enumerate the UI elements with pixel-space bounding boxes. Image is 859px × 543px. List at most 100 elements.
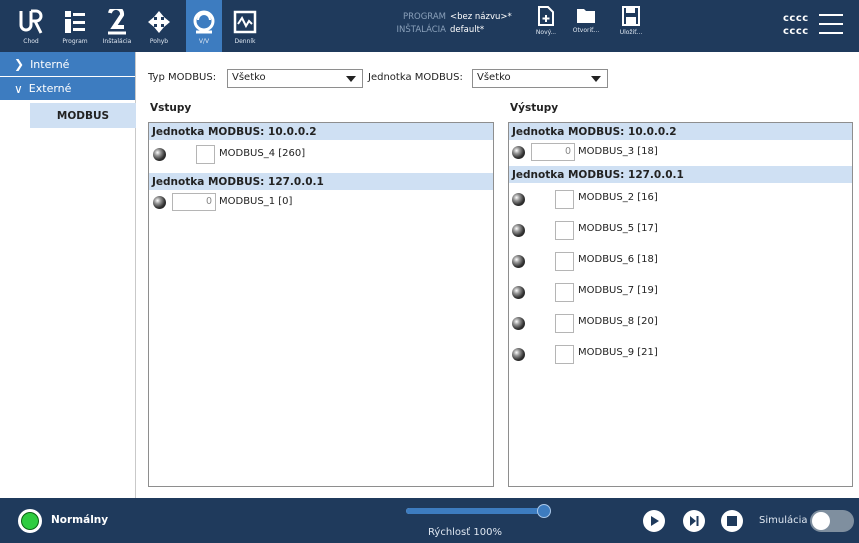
nav-io-button[interactable]: V/V <box>186 0 222 52</box>
save-button-label: Uložiť... <box>619 29 643 36</box>
nav-label: Inštalácia <box>102 38 132 45</box>
io-icon <box>189 6 219 38</box>
signal-led-icon <box>512 317 525 330</box>
stop-icon <box>727 516 737 526</box>
nav-label: Chod <box>23 38 39 45</box>
nav-label: Pohyb <box>149 38 169 45</box>
speed-slider-knob[interactable] <box>537 504 551 518</box>
step-button[interactable] <box>683 510 705 532</box>
nav-program-button[interactable]: Program <box>57 0 93 52</box>
play-icon <box>651 516 659 526</box>
installation-icon <box>102 6 132 38</box>
main-panel: Typ MODBUS: Všetko Jednotka MODBUS: Všet… <box>137 52 859 498</box>
output-signal-row: MODBUS_9 [21] <box>509 342 852 373</box>
input-signal-row: 0 MODBUS_1 [0] <box>149 190 493 221</box>
nav-label: V/V <box>198 38 210 45</box>
inputs-title: Vstupy <box>150 102 192 114</box>
input-register-value[interactable]: 0 <box>172 193 216 211</box>
signal-label: MODBUS_6 [18] <box>578 254 658 265</box>
bottom-bar: Normálny Rýchlosť 100% Simulácia <box>0 498 859 543</box>
program-label: PROGRAM <box>402 12 446 22</box>
output-checkbox[interactable] <box>555 252 574 271</box>
new-button[interactable]: Nový... <box>526 6 566 46</box>
inputs-panel[interactable]: Jednotka MODBUS: 10.0.0.2 MODBUS_4 [260]… <box>148 122 494 487</box>
program-info: PROGRAM <bez názvu>* INŠTALÁCIA default* <box>376 11 512 37</box>
input-signal-row: MODBUS_4 [260] <box>149 140 493 171</box>
dropdown-arrow-icon <box>591 76 601 82</box>
unit-group-header: Jednotka MODBUS: 10.0.0.2 <box>509 123 852 140</box>
sidebar-item-label: Externé <box>28 82 72 95</box>
sidebar: ❯ Interné ∨ Externé MODBUS <box>0 52 136 498</box>
nav-run-button[interactable]: Chod <box>14 0 48 52</box>
output-checkbox[interactable] <box>555 190 574 209</box>
modbus-type-label: Typ MODBUS: <box>148 72 217 83</box>
program-icon <box>60 6 90 38</box>
modbus-unit-label: Jednotka MODBUS: <box>368 72 463 83</box>
signal-label: MODBUS_4 [260] <box>219 148 306 159</box>
modbus-type-value: Všetko <box>232 72 266 83</box>
stop-button[interactable] <box>721 510 743 532</box>
toggle-knob <box>812 512 830 530</box>
output-signal-row: 0 MODBUS_3 [18] <box>509 140 852 164</box>
signal-label: MODBUS_8 [20] <box>578 316 658 327</box>
nav-log-button[interactable]: Denník <box>227 0 263 52</box>
outputs-panel[interactable]: Jednotka MODBUS: 10.0.0.2 0 MODBUS_3 [18… <box>508 122 853 487</box>
user-line-1: cccc <box>783 13 809 24</box>
output-register-value[interactable]: 0 <box>531 143 575 161</box>
user-line-2: cccc <box>783 26 809 37</box>
output-checkbox[interactable] <box>555 283 574 302</box>
signal-label: MODBUS_9 [21] <box>578 347 658 358</box>
signal-led-icon <box>153 196 166 209</box>
nav-installation-button[interactable]: Inštalácia <box>98 0 136 52</box>
output-checkbox[interactable] <box>555 314 574 333</box>
dropdown-arrow-icon <box>346 76 356 82</box>
simulation-toggle[interactable] <box>810 510 854 532</box>
signal-label: MODBUS_5 [17] <box>578 223 658 234</box>
unit-group-header: Jednotka MODBUS: 127.0.0.1 <box>149 173 493 190</box>
robot-status-icon[interactable] <box>18 509 42 533</box>
signal-label: MODBUS_1 [0] <box>219 196 293 207</box>
save-button[interactable]: Uložiť... <box>611 6 651 46</box>
sidebar-item-modbus[interactable]: MODBUS <box>30 103 136 128</box>
unit-group-header: Jednotka MODBUS: 127.0.0.1 <box>509 166 852 183</box>
save-icon <box>622 6 640 26</box>
sidebar-item-internal[interactable]: ❯ Interné <box>0 52 135 76</box>
modbus-unit-select[interactable]: Všetko <box>472 69 608 88</box>
nav-move-button[interactable]: Pohyb <box>142 0 176 52</box>
chevron-down-icon: ∨ <box>14 81 23 96</box>
output-checkbox[interactable] <box>555 221 574 240</box>
sidebar-item-label: MODBUS <box>56 109 110 122</box>
signal-label: MODBUS_3 [18] <box>578 146 658 157</box>
open-button-label: Otvoriť... <box>572 27 600 34</box>
open-button[interactable]: Otvoriť... <box>566 6 606 46</box>
signal-led-icon <box>512 193 525 206</box>
move-icon <box>144 6 174 38</box>
sidebar-item-external[interactable]: ∨ Externé <box>0 76 135 100</box>
sidebar-item-label: Interné <box>30 57 70 71</box>
play-button[interactable] <box>643 510 665 532</box>
signal-led-icon <box>512 255 525 268</box>
output-signal-row: MODBUS_5 [17] <box>509 218 852 249</box>
output-checkbox[interactable] <box>555 345 574 364</box>
signal-led-icon <box>512 146 525 159</box>
hamburger-menu-icon[interactable] <box>819 14 843 34</box>
signal-label: MODBUS_2 [16] <box>578 192 658 203</box>
ur-logo-icon <box>16 6 46 38</box>
robot-status-text: Normálny <box>51 514 109 526</box>
output-signal-row: MODBUS_6 [18] <box>509 249 852 280</box>
input-checkbox[interactable] <box>196 145 215 164</box>
output-signal-row: MODBUS_7 [19] <box>509 280 852 311</box>
unit-group-header: Jednotka MODBUS: 10.0.0.2 <box>149 123 493 140</box>
new-button-label: Nový... <box>535 29 557 36</box>
log-icon <box>230 6 260 38</box>
output-signal-row: MODBUS_8 [20] <box>509 311 852 342</box>
output-signal-row: MODBUS_2 [16] <box>509 187 852 218</box>
signal-led-icon <box>512 224 525 237</box>
open-folder-icon <box>577 9 595 23</box>
signal-led-icon <box>153 148 166 161</box>
modbus-type-select[interactable]: Všetko <box>227 69 363 88</box>
speed-slider-fill <box>406 508 544 514</box>
user-info: cccc cccc <box>783 12 809 38</box>
speed-slider[interactable] <box>406 504 551 518</box>
installation-label: INŠTALÁCIA <box>396 25 446 35</box>
